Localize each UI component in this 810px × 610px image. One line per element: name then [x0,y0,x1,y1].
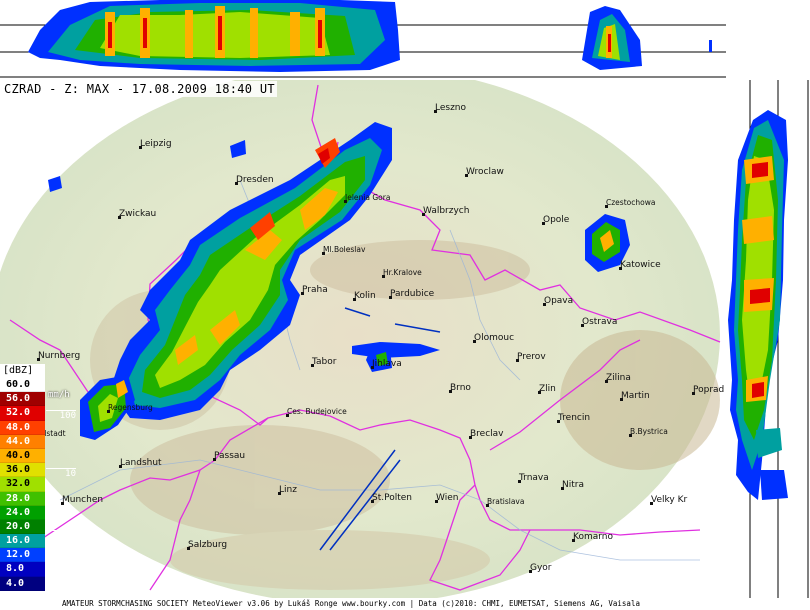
radar-map-graphic [0,80,721,600]
city-label: Martin [621,391,650,401]
city-label: Opava [544,296,574,306]
city-label: Gyor [530,563,552,573]
city-label: Nitra [562,480,584,490]
rain-rate-tick: 10 [46,468,76,479]
city-label: Ostrava [582,317,618,327]
city-label: Nurnberg [38,351,81,361]
side-profile-echoes [728,110,788,500]
footer-text: AMATEUR STORMCHASING SOCIETY MeteoViewer… [62,599,640,608]
legend-swatch: 4.0 [0,576,45,591]
city-label: Poprad [693,385,725,395]
footer-credits: AMATEUR STORMCHASING SOCIETY MeteoViewer… [0,598,810,610]
rain-rate-unit: mm/h [48,390,70,400]
city-label: Leszno [435,103,467,113]
city-label: Wien [436,493,459,503]
legend-unit-label: [dBZ] [0,364,45,378]
city-label: Passau [214,451,246,461]
city-label: Katowice [620,260,661,270]
city-label: Komarno [573,532,613,542]
city-label: Trnava [519,473,549,483]
side-profile-graph [728,80,809,600]
legend-swatch: 8.0 [0,562,45,577]
city-label: Jelenia Gora [345,193,391,202]
map-title: CZRAD - Z: MAX - 17.08.2009 18:40 UT [2,81,277,97]
city-label: Bratislava [487,497,525,506]
radar-map [0,80,728,600]
city-label: Opole [543,215,570,225]
city-label: Trencin [558,413,591,423]
legend-swatch: 48.0 [0,420,45,435]
city-label: Breclav [470,429,504,439]
legend-swatch: 52.0 [0,406,45,421]
legend-swatch: 28.0 [0,491,45,506]
city-label: Czestochowa [606,198,656,207]
legend-swatch: 56.0 [0,392,45,407]
top-profile-echoes [28,0,712,72]
legend-swatch: 24.0 [0,505,45,520]
city-label: Prerov [517,352,546,362]
legend-swatches: 60.0 56.0 52.0 48.0 44.0 40.0 36.0 32.0 28.0 24.0… [0,378,45,591]
city-label: Pardubice [390,289,435,299]
legend-swatch: 32.0 [0,477,45,492]
city-label: Wroclaw [466,167,504,177]
city-label: Linz [279,485,297,495]
side-height-profile [728,80,810,600]
city-label: Dresden [236,175,274,185]
legend-swatch: 44.0 [0,434,45,449]
city-label: Praha [302,285,328,295]
city-label: Zlin [539,384,556,394]
rain-rate-scale: mm/h 100 10 1 0.1 [46,390,78,602]
top-profile-graph [0,0,726,78]
city-label: Olomouc [474,333,515,343]
city-label: Walbrzych [423,206,470,216]
city-label: Zilina [606,373,631,383]
city-label: B.Bystrica [630,427,668,436]
city-label: Hr.Kralove [383,268,422,277]
rain-rate-tick: 1 [46,530,76,541]
legend-swatch: 16.0 [0,534,45,549]
city-label: Leipzig [140,139,172,149]
dbz-legend: [dBZ] 60.0 56.0 52.0 48.0 44.0 40.0 36.0 32.0 28… [0,364,45,591]
city-label: Kolin [354,291,376,301]
city-label: Landshut [120,458,162,468]
city-label: St.Polten [372,493,412,503]
legend-swatch: 60.0 [0,378,45,393]
city-label: Jihlava [372,359,402,369]
legend-swatch: 36.0 [0,463,45,478]
city-label: Zwickau [119,209,157,219]
city-label: Tabor [312,357,337,367]
city-label: Ml.Boleslav [323,245,366,254]
city-label: Ces. Budejovice [287,407,347,416]
city-label: Regensburg [108,403,153,412]
city-label: Salzburg [188,540,228,550]
rain-rate-tick: 100 [46,410,76,421]
legend-swatch: 12.0 [0,548,45,563]
city-label: Brno [450,383,471,393]
legend-swatch: 20.0 [0,519,45,535]
city-label: Velky Kr [651,495,688,505]
top-height-profile [0,0,726,78]
legend-swatch: 40.0 [0,448,45,464]
